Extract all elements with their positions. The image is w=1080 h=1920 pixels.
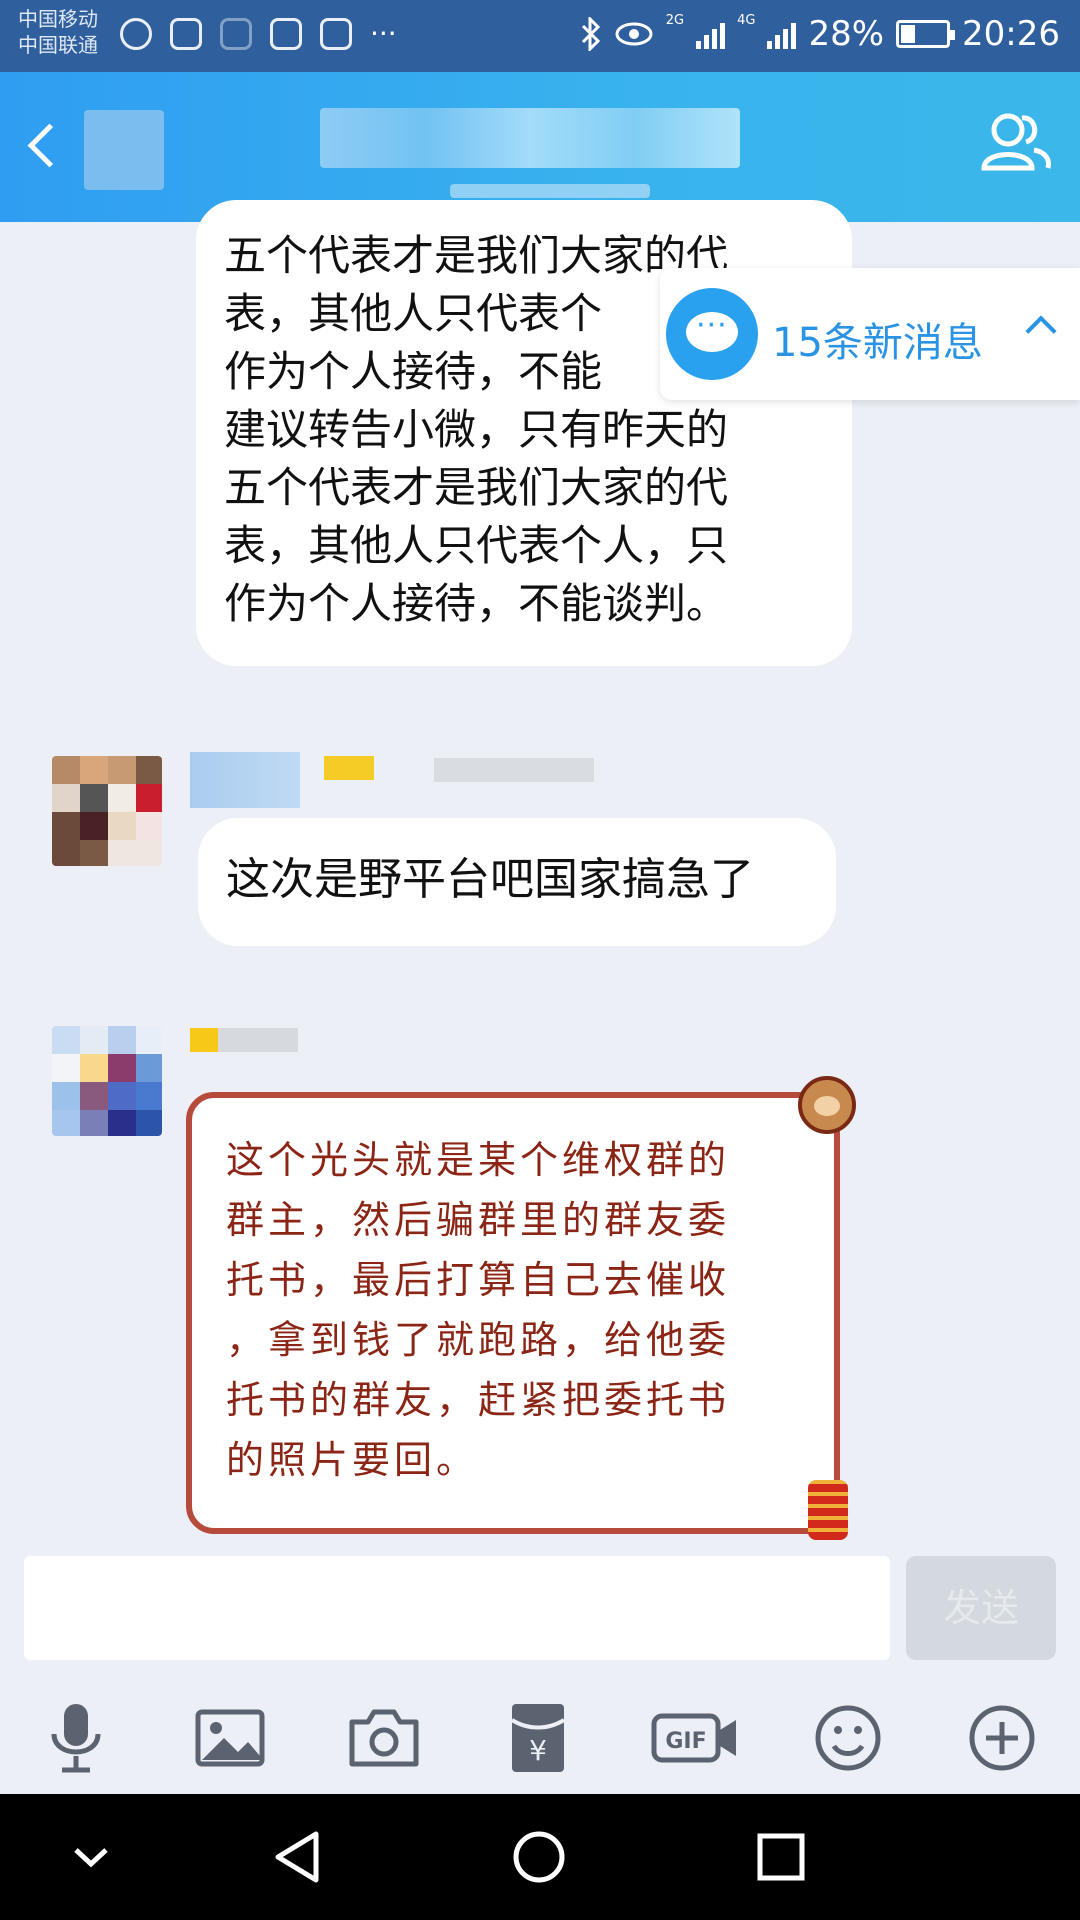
wifi-icon <box>220 18 252 50</box>
card-line-6: 的照片要回。 <box>226 1438 479 1482</box>
carrier-1: 中国移动 <box>18 7 98 31</box>
back-button[interactable] <box>18 112 68 182</box>
red-packet-icon[interactable]: ¥ <box>498 1698 578 1778</box>
chat-screen: 中国移动 中国联通 ··· 2G 4G 28% 20:26 五个代表才是我们大家… <box>0 0 1080 1920</box>
message-2-text: 这次是野平台吧国家搞急了 <box>226 854 754 905</box>
bluetooth-icon <box>581 17 600 51</box>
firecracker-decoration-icon <box>808 1480 848 1540</box>
message-1-line-3: 作为个人接待，不能 <box>224 347 603 396</box>
nav-back-icon[interactable] <box>264 1822 334 1892</box>
message-input[interactable] <box>24 1556 890 1660</box>
message-1-line-2: 表，其他人只代表个 <box>224 289 603 338</box>
nav-home-icon[interactable] <box>504 1822 574 1892</box>
system-status: 2G 4G 28% 20:26 <box>580 14 1060 54</box>
group-name-blurred <box>320 108 740 168</box>
more-notifications-icon: ··· <box>370 17 397 50</box>
camera-icon[interactable] <box>344 1698 424 1778</box>
message-1-line-7: 作为个人接待，不能谈判。 <box>224 579 729 628</box>
app-notification-icon <box>320 18 352 50</box>
new-messages-indicator[interactable]: 15条新消息 <box>660 268 1080 400</box>
message-1-line-5: 五个代表才是我们大家的代 <box>224 463 729 512</box>
card-line-3: 托书，最后打算自己去催收 <box>226 1258 731 1302</box>
message-card[interactable]: 这个光头就是某个维权群的 群主，然后骗群里的群友委 托书，最后打算自己去催收 ，… <box>186 1092 840 1534</box>
card-line-5: 托书的群友，赶紧把委托书 <box>226 1378 731 1422</box>
carrier-labels: 中国移动 中国联通 <box>18 6 98 58</box>
message-1-line-4: 建议转告小微，只有昨天的 <box>224 405 729 454</box>
signal-icon-1 <box>696 19 726 49</box>
compass-icon <box>270 18 302 50</box>
notification-icons: ··· <box>120 18 397 50</box>
chat-bubble-icon <box>666 288 758 380</box>
battery-percent: 28% <box>808 14 885 54</box>
chevron-up-icon <box>1025 315 1057 347</box>
card-line-4: ，拿到钱了就跑路，给他委 <box>226 1318 731 1362</box>
sender-name-blurred <box>218 1028 298 1052</box>
group-subtitle-blurred <box>450 184 650 198</box>
system-navigation-bar <box>0 1794 1080 1920</box>
network-type-2: 4G <box>737 13 756 28</box>
sender-badge-blurred <box>324 756 374 780</box>
card-line-2: 群主，然后骗群里的群友委 <box>226 1198 731 1242</box>
plus-icon[interactable] <box>962 1698 1042 1778</box>
nav-recents-icon[interactable] <box>746 1822 816 1892</box>
svg-text:¥: ¥ <box>529 1734 547 1767</box>
new-messages-count: 15条新消息 <box>772 320 983 366</box>
status-bar: 中国移动 中国联通 ··· 2G 4G 28% 20:26 <box>0 0 1080 72</box>
group-members-icon[interactable] <box>976 102 1056 182</box>
svg-text:GIF: GIF <box>665 1729 706 1754</box>
sender-name-blurred <box>190 752 300 808</box>
avatar[interactable] <box>52 1026 162 1136</box>
emoji-icon[interactable] <box>808 1698 888 1778</box>
group-avatar-blurred <box>84 110 164 190</box>
avatar[interactable] <box>52 756 162 866</box>
eye-icon <box>615 22 653 46</box>
sender-title-blurred <box>434 758 594 782</box>
clock: 20:26 <box>962 14 1060 54</box>
network-type-1: 2G <box>665 13 685 28</box>
chevron-down-icon[interactable] <box>56 1822 126 1892</box>
shield-icon <box>170 18 202 50</box>
carrier-2: 中国联通 <box>18 33 98 57</box>
gif-icon[interactable]: GIF <box>650 1698 740 1778</box>
weather-icon <box>120 18 152 50</box>
microphone-icon[interactable] <box>36 1698 116 1778</box>
image-icon[interactable] <box>190 1698 270 1778</box>
sender-badge-blurred <box>190 1028 218 1052</box>
send-button[interactable]: 发送 <box>906 1556 1056 1660</box>
card-line-1: 这个光头就是某个维权群的 <box>226 1138 731 1182</box>
message-bubble-2[interactable]: 这次是野平台吧国家搞急了 <box>198 818 836 946</box>
message-1-line-6: 表，其他人只代表个人，只 <box>224 521 729 570</box>
battery-icon <box>896 20 956 48</box>
signal-icon-2 <box>767 19 797 49</box>
message-input-area: 发送 <box>0 1548 1080 1668</box>
message-1-line-1: 五个代表才是我们大家的代 <box>224 231 729 280</box>
monkey-decoration-icon <box>798 1076 856 1134</box>
input-toolbar: ¥ GIF <box>0 1668 1080 1794</box>
